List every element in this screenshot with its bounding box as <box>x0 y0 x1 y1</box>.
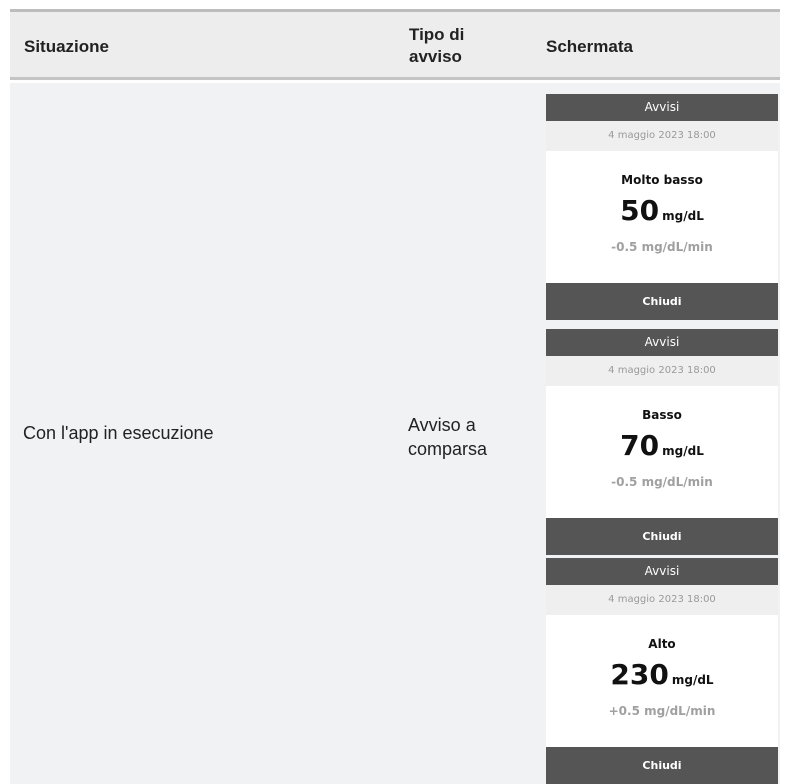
glucose-rate: -0.5 mg/dL/min <box>611 240 713 254</box>
alert-screen-alto: Avvisi 4 maggio 2023 18:00 Alto 230 mg/dL… <box>546 558 778 784</box>
screen-title: Avvisi <box>546 558 778 585</box>
screen-content: Molto basso 50 mg/dL -0.5 mg/dL/min <box>546 151 778 283</box>
alert-level: Alto <box>648 637 676 651</box>
screen-title: Avvisi <box>546 329 778 356</box>
close-button[interactable]: Chiudi <box>546 747 778 784</box>
close-button[interactable]: Chiudi <box>546 518 778 555</box>
glucose-value: 70 <box>620 429 660 462</box>
header-schermata: Schermata <box>546 37 633 56</box>
screen-title: Avvisi <box>546 94 778 121</box>
screen-date: 4 maggio 2023 18:00 <box>546 121 778 151</box>
glucose-unit: mg/dL <box>671 673 714 687</box>
cell-tipo-avviso: Avviso a comparsa <box>408 415 488 459</box>
alert-screen-basso: Avvisi 4 maggio 2023 18:00 Basso 70 mg/dL… <box>546 329 778 555</box>
alert-level: Molto basso <box>621 173 703 187</box>
table-header: Situazione Tipo di avviso Schermata <box>10 12 780 80</box>
glucose-value: 230 <box>610 658 669 691</box>
screen-date: 4 maggio 2023 18:00 <box>546 585 778 615</box>
glucose-rate: +0.5 mg/dL/min <box>608 704 716 718</box>
alert-level: Basso <box>642 408 682 422</box>
alert-screen-molto-basso: Avvisi 4 maggio 2023 18:00 Molto basso 5… <box>546 94 778 320</box>
glucose-unit: mg/dL <box>662 209 704 223</box>
glucose-reading: 70 mg/dL <box>546 430 778 467</box>
glucose-reading: 50 mg/dL <box>546 195 778 232</box>
screen-content: Alto 230 mg/dL +0.5 mg/dL/min <box>546 615 778 747</box>
cell-situazione: Con l'app in esecuzione <box>23 423 214 443</box>
screen-date: 4 maggio 2023 18:00 <box>546 356 778 386</box>
screen-content: Basso 70 mg/dL -0.5 mg/dL/min <box>546 386 778 518</box>
glucose-rate: -0.5 mg/dL/min <box>611 475 713 489</box>
header-situazione: Situazione <box>24 37 110 56</box>
glucose-value: 50 <box>620 194 660 227</box>
header-tipo-avviso: Tipo di avviso <box>409 25 465 66</box>
glucose-reading: 230 mg/dL <box>546 659 778 696</box>
glucose-unit: mg/dL <box>662 444 704 458</box>
close-button[interactable]: Chiudi <box>546 283 778 320</box>
